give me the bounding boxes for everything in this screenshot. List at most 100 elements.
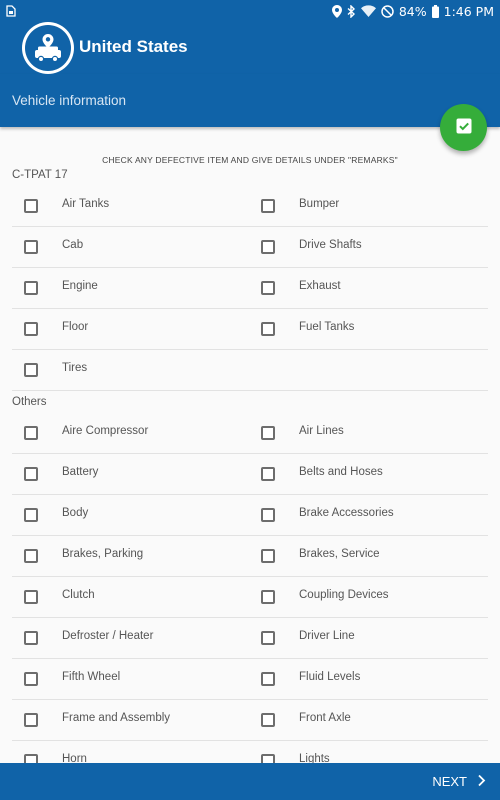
checkbox-item-bumper[interactable]: Bumper — [261, 186, 339, 226]
checkbox[interactable] — [24, 631, 38, 645]
checkbox[interactable] — [261, 240, 275, 254]
checkbox-item-coupling-devices[interactable]: Coupling Devices — [261, 577, 389, 617]
checkbox-item-aire-compressor[interactable]: Aire Compressor — [24, 413, 148, 453]
checkbox-label: Tires — [62, 362, 88, 374]
checkbox-label: Fluid Levels — [299, 671, 361, 683]
location-pin-icon — [331, 4, 342, 18]
save-fab-button[interactable] — [440, 104, 487, 151]
checkbox-item-frame-and-assembly[interactable]: Frame and Assembly — [24, 700, 170, 740]
checkbox[interactable] — [24, 754, 38, 763]
checkbox[interactable] — [24, 199, 38, 213]
checkbox-label: Fifth Wheel — [62, 671, 121, 683]
checkbox[interactable] — [261, 199, 275, 213]
checkbox-item-air-tanks[interactable]: Air Tanks — [24, 186, 109, 226]
checkbox-item-exhaust[interactable]: Exhaust — [261, 268, 341, 308]
checkbox-item-cab[interactable]: Cab — [24, 227, 83, 267]
checkbox-label: Brakes, Service — [299, 548, 380, 560]
checkbox[interactable] — [24, 508, 38, 522]
checkbox-item-fifth-wheel[interactable]: Fifth Wheel — [24, 659, 120, 699]
checklist-row: Body Brake Accessories — [12, 495, 488, 536]
checklist-content[interactable]: CHECK ANY DEFECTIVE ITEM AND GIVE DETAIL… — [0, 127, 500, 763]
checkbox-item-brakes-service[interactable]: Brakes, Service — [261, 536, 380, 576]
checkbox[interactable] — [24, 590, 38, 604]
checkbox-item-tires[interactable]: Tires — [24, 350, 87, 390]
checkbox-item-defroster-heater[interactable]: Defroster / Heater — [24, 618, 153, 658]
checkbox-label: Cab — [62, 239, 84, 251]
checkbox-item-engine[interactable]: Engine — [24, 268, 98, 308]
checkbox[interactable] — [24, 549, 38, 563]
checkbox[interactable] — [261, 508, 275, 522]
checkbox-label: Body — [62, 507, 89, 519]
checkbox[interactable] — [261, 754, 275, 763]
checkbox-label: Drive Shafts — [299, 239, 362, 251]
app-logo — [22, 22, 74, 74]
checklist-row: Fifth Wheel Fluid Levels — [12, 659, 488, 700]
checkbox-item-horn[interactable]: Horn — [24, 741, 87, 763]
checkbox-item-drive-shafts[interactable]: Drive Shafts — [261, 227, 362, 267]
checkbox-item-battery[interactable]: Battery — [24, 454, 98, 494]
checkbox-item-clutch[interactable]: Clutch — [24, 577, 95, 617]
checkbox[interactable] — [24, 363, 38, 377]
checkbox-item-driver-line[interactable]: Driver Line — [261, 618, 355, 658]
status-bar: 84% 1:46 PM — [0, 0, 500, 22]
checkbox-label: Defroster / Heater — [62, 630, 154, 642]
app-title: United States — [79, 37, 188, 56]
checkbox[interactable] — [24, 672, 38, 686]
checkbox-label: Exhaust — [299, 280, 341, 292]
checkbox-item-brakes-parking[interactable]: Brakes, Parking — [24, 536, 143, 576]
checklist-row: Engine Exhaust — [12, 268, 488, 309]
bottom-bar: NEXT — [0, 763, 500, 800]
checkbox[interactable] — [261, 672, 275, 686]
checkbox[interactable] — [24, 240, 38, 254]
checkbox[interactable] — [261, 713, 275, 727]
checkbox[interactable] — [261, 426, 275, 440]
checkbox-item-fuel-tanks[interactable]: Fuel Tanks — [261, 309, 354, 349]
checkbox[interactable] — [261, 590, 275, 604]
checkbox-label: Brake Accessories — [299, 507, 394, 519]
checkbox-label: Fuel Tanks — [299, 321, 355, 333]
checkbox-label: Battery — [62, 466, 99, 478]
checkbox-label: Belts and Hoses — [299, 466, 383, 478]
checkbox-check-icon — [456, 118, 472, 138]
checklist-row: Air Tanks Bumper — [12, 186, 488, 227]
checkbox[interactable] — [261, 281, 275, 295]
checklist-row: Defroster / Heater Driver Line — [12, 618, 488, 659]
checkbox[interactable] — [261, 549, 275, 563]
instruction-text: CHECK ANY DEFECTIVE ITEM AND GIVE DETAIL… — [102, 155, 398, 165]
checkbox[interactable] — [261, 322, 275, 336]
checklist-row: Frame and Assembly Front Axle — [12, 700, 488, 741]
checkbox-label: Air Lines — [299, 425, 344, 437]
checkbox-label: Aire Compressor — [62, 425, 149, 437]
next-label: NEXT — [432, 774, 467, 789]
checkbox[interactable] — [261, 467, 275, 481]
checkbox-item-front-axle[interactable]: Front Axle — [261, 700, 351, 740]
checkbox-label: Bumper — [299, 198, 340, 210]
checkbox-label: Frame and Assembly — [62, 712, 171, 724]
checkbox-item-air-lines[interactable]: Air Lines — [261, 413, 344, 453]
checkbox-item-belts-and-hoses[interactable]: Belts and Hoses — [261, 454, 383, 494]
checklist-row: Aire Compressor Air Lines — [12, 413, 488, 454]
checkbox-item-body[interactable]: Body — [24, 495, 88, 535]
checklist-row: Battery Belts and Hoses — [12, 454, 488, 495]
checkbox-item-fluid-levels[interactable]: Fluid Levels — [261, 659, 360, 699]
checkbox[interactable] — [261, 631, 275, 645]
checkbox-item-lights[interactable]: Lights — [261, 741, 330, 763]
checkbox-item-brake-accessories[interactable]: Brake Accessories — [261, 495, 394, 535]
checkbox[interactable] — [24, 322, 38, 336]
checkbox-label: Engine — [62, 280, 98, 292]
checkbox[interactable] — [24, 713, 38, 727]
next-button[interactable]: NEXT — [432, 763, 486, 800]
wifi-icon — [360, 5, 376, 17]
checkbox-label: Lights — [299, 753, 330, 763]
battery-icon — [431, 4, 439, 18]
checkbox[interactable] — [24, 467, 38, 481]
bluetooth-icon — [347, 4, 356, 18]
do-not-disturb-icon — [381, 4, 394, 18]
checkbox[interactable] — [24, 426, 38, 440]
checkbox[interactable] — [24, 281, 38, 295]
app-bar: United States — [0, 22, 500, 74]
checklist-row: Floor Fuel Tanks — [12, 309, 488, 350]
checkbox-label: Floor — [62, 321, 89, 333]
checkbox-label: Brakes, Parking — [62, 548, 144, 560]
checkbox-item-floor[interactable]: Floor — [24, 309, 88, 349]
